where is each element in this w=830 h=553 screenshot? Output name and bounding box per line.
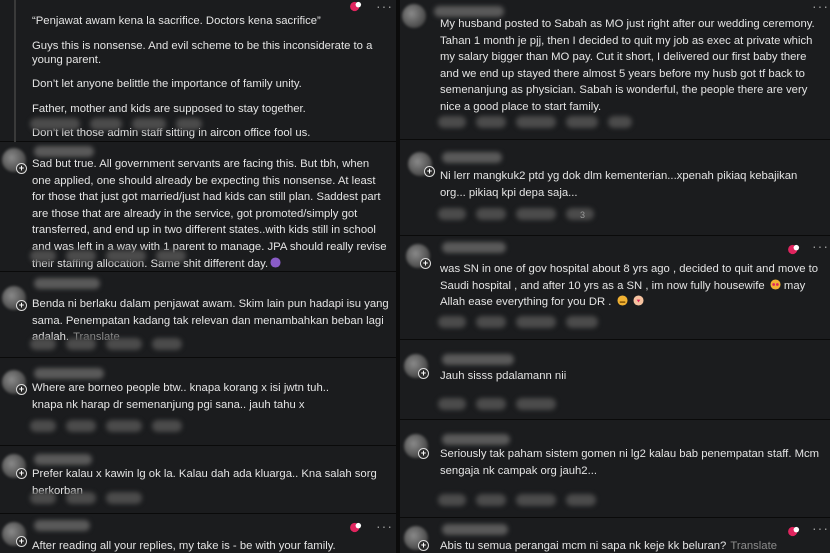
more-options-icon[interactable]: ··· [812,238,829,254]
right-comment-column: ··· My husband posted to Sabah as MO jus… [400,0,830,553]
comment-body: After reading all your replies, my take … [32,540,336,552]
comment-body: Jauh sisss pdalamann nii [440,370,567,382]
plus-icon[interactable]: + [16,384,27,395]
comment-actions[interactable] [438,116,632,130]
quote-line: Guys this is nonsense. And evil scheme t… [32,39,373,66]
plus-icon[interactable]: + [418,368,429,379]
plus-icon[interactable]: + [16,468,27,479]
avatar[interactable] [402,4,426,28]
comment-card: + ··· After reading all your replies, my… [0,514,396,553]
comment-actions[interactable] [438,316,598,330]
reaction-icon[interactable] [788,526,801,537]
tearful-emoji-icon [617,295,628,306]
comment-card: + ··· was SN in one of gov hospital abou… [400,236,830,340]
comment-body: was SN in one of gov hospital about 8 yr… [440,263,819,292]
thread-line [14,0,16,142]
comment-card: + Sad but true. All government servants … [0,142,396,272]
commenter-name[interactable] [442,434,510,445]
commenter-name[interactable] [442,354,514,365]
reaction-count: 3 [580,210,586,220]
plus-icon[interactable]: + [424,166,435,177]
reaction-icon[interactable] [788,244,801,255]
more-options-icon[interactable]: ··· [376,518,393,534]
commenter-name[interactable] [34,368,104,379]
more-options-icon[interactable]: ··· [812,0,829,14]
comment-actions[interactable] [30,338,182,352]
comment-actions[interactable] [438,398,556,412]
plus-icon[interactable]: + [16,536,27,547]
comment-card: ··· My husband posted to Sabah as MO jus… [400,0,830,140]
comment-actions[interactable] [30,250,186,264]
comment-text: Jauh sisss pdalamann nii [440,368,822,385]
comment-text: Ni lerr mangkuk2 ptd yg dok dlm kementer… [440,168,822,201]
quote-line: Father, mother and kids are supposed to … [32,102,306,115]
more-options-icon[interactable]: ··· [812,520,829,536]
plus-icon[interactable]: + [418,448,429,459]
comment-actions[interactable] [438,494,596,508]
comment-card: + Benda ni berlaku dalam penjawat awam. … [0,272,396,358]
comment-text: Seriously tak paham sistem gomen ni lg2 … [440,446,820,479]
comment-actions[interactable] [438,208,594,222]
commenter-name[interactable] [442,524,508,535]
plus-icon[interactable]: + [420,258,431,269]
comment-actions[interactable] [30,492,142,506]
quote-line: Don’t let anyone belittle the importance… [32,78,302,90]
plus-icon[interactable]: + [16,300,27,311]
commenter-name[interactable] [34,454,92,465]
purple-emoji-icon [270,257,281,268]
plus-icon[interactable]: + [16,163,27,174]
comment-card-quote: “Penjawat awam kena la sacrifice. Doctor… [0,0,396,142]
comment-body: Abis tu semua perangai mcm ni sapa nk ke… [440,540,727,552]
more-options-icon[interactable]: ··· [376,0,393,14]
heart-hands-emoji-icon [633,295,644,306]
commenter-name[interactable] [34,520,90,531]
quote-line: “Penjawat awam kena la sacrifice. Doctor… [32,15,321,27]
comment-card: + ··· Abis tu semua perangai mcm ni sapa… [400,518,830,553]
reaction-icon[interactable] [350,522,363,533]
comment-card: + Jauh sisss pdalamann nii [400,340,830,420]
comment-text: After reading all your replies, my take … [32,538,390,553]
comment-card: + Where are borneo people btw.. knapa ko… [0,358,396,446]
comment-body: Seriously tak paham sistem gomen ni lg2 … [440,448,820,477]
plus-icon[interactable]: + [418,540,429,551]
left-comment-column: “Penjawat awam kena la sacrifice. Doctor… [0,0,396,553]
translate-link[interactable]: Translate [730,540,777,552]
comment-actions[interactable] [30,420,182,434]
comment-text: My husband posted to Sabah as MO just ri… [440,16,822,116]
comment-text: was SN in one of gov hospital about 8 yr… [440,261,822,311]
comment-text: Abis tu semua perangai mcm ni sapa nk ke… [440,538,820,553]
heart-face-emoji-icon [770,279,781,290]
comment-body: Ni lerr mangkuk2 ptd yg dok dlm kementer… [440,170,798,199]
comment-card: + Seriously tak paham sistem gomen ni lg… [400,420,830,518]
commenter-name[interactable] [34,278,100,289]
comment-text: Where are borneo people btw.. knapa kora… [32,380,362,413]
commenter-name[interactable] [442,152,502,163]
comment-card: + Prefer kalau x kawin lg ok la. Kalau d… [0,446,396,514]
comment-body: My husband posted to Sabah as MO just ri… [440,18,815,113]
comment-actions[interactable] [30,118,202,132]
commenter-name[interactable] [442,242,506,253]
reaction-icon[interactable] [350,1,363,12]
comment-body: Where are borneo people btw.. knapa kora… [32,382,330,411]
comment-card: + Ni lerr mangkuk2 ptd yg dok dlm kement… [400,140,830,236]
